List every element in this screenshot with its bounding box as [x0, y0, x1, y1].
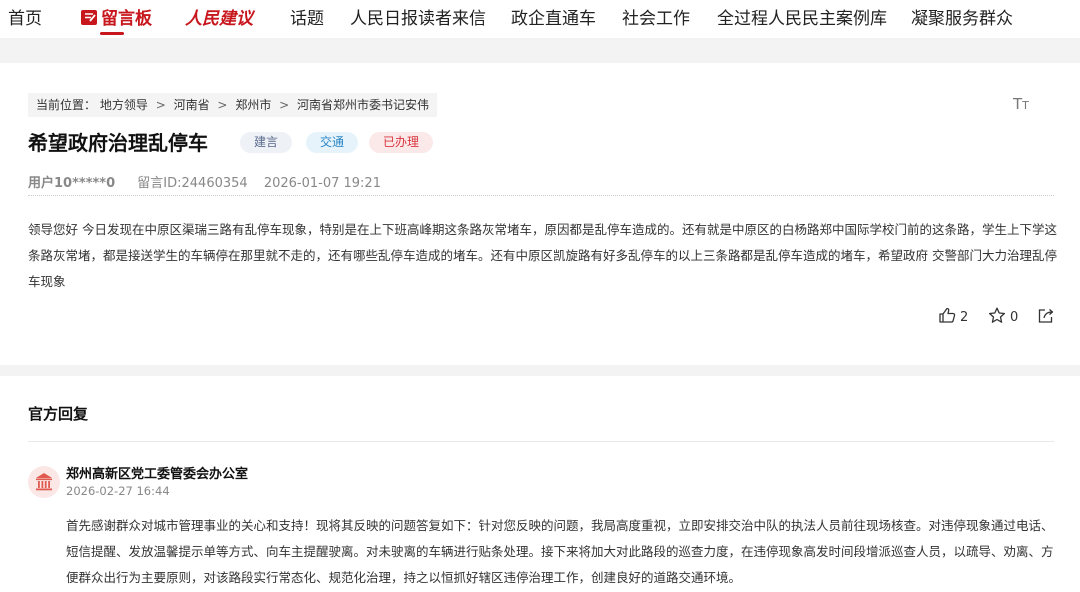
font-size-icon[interactable]: TT	[1013, 95, 1029, 113]
top-navigation: 首页 留言板 人民建议 话题 人民日报读者来信 政企直通车 社会工作 全过程人民…	[0, 0, 1080, 38]
nav-readers-letters[interactable]: 人民日报读者来信	[350, 4, 486, 29]
breadcrumb-separator: >	[155, 98, 166, 112]
message-card: 当前位置： 地方领导 > 河南省 > 郑州市 > 河南省郑州市委书记安伟 TT …	[0, 63, 1080, 365]
nav-government-enterprise[interactable]: 政企直通车	[511, 4, 596, 29]
message-title: 希望政府治理乱停车	[28, 131, 208, 155]
font-size-icon-big: T	[1013, 95, 1023, 113]
reply-content: 首先感谢群众对城市管理事业的关心和支持！现将其反映的问题答复如下：针对您反映的问…	[66, 518, 1054, 585]
nav-serve-masses[interactable]: 凝聚服务群众	[911, 4, 1013, 29]
breadcrumb-separator: >	[279, 98, 290, 112]
breadcrumb-item[interactable]: 河南省	[174, 98, 210, 112]
reply-date: 2026-02-27 16:44	[66, 484, 170, 498]
nav-home[interactable]: 首页	[8, 4, 42, 29]
nav-message-board[interactable]: 留言板	[80, 4, 152, 29]
avatar	[28, 466, 60, 498]
government-building-icon	[36, 473, 52, 491]
section-title: 官方回复	[28, 405, 89, 423]
nav-social-work[interactable]: 社会工作	[622, 4, 690, 29]
like-count: 2	[960, 310, 969, 325]
status-badge: 已办理	[369, 132, 434, 153]
divider	[28, 441, 1054, 442]
share-button[interactable]	[1037, 307, 1059, 325]
breadcrumb-item[interactable]: 郑州市	[235, 98, 271, 112]
reply-org-name: 郑州高新区党工委管委会办公室	[66, 467, 249, 482]
nav-active-indicator	[100, 32, 124, 35]
breadcrumb-prefix: 当前位置：	[36, 98, 97, 112]
star-icon	[988, 307, 1006, 323]
message-user: 用户10*****0	[28, 176, 116, 191]
nav-message-board-label: 留言板	[101, 9, 152, 29]
breadcrumb-item[interactable]: 河南省郑州市委书记安伟	[297, 98, 429, 112]
message-meta: 用户10*****0 留言ID:24460354 2026-01-07 19:2…	[28, 172, 381, 191]
font-size-icon-small: T	[1022, 99, 1029, 112]
thumbs-up-icon	[939, 307, 956, 323]
divider	[28, 195, 1054, 196]
breadcrumb: 当前位置： 地方领导 > 河南省 > 郑州市 > 河南省郑州市委书记安伟	[28, 93, 438, 117]
nav-democracy-cases[interactable]: 全过程人民民主案例库	[717, 4, 887, 29]
share-icon	[1038, 309, 1054, 323]
message-content: 领导您好 今日发现在中原区渠瑞三路有乱停车现象，特别是在上下班高峰期这条路灰常堵…	[28, 222, 1057, 289]
breadcrumb-separator: >	[217, 98, 228, 112]
favorite-count: 0	[1010, 310, 1019, 325]
message-id: 留言ID:24460354	[137, 176, 248, 191]
message-board-icon	[81, 10, 97, 25]
favorite-button[interactable]: 0	[988, 307, 1018, 325]
nav-people-suggestion[interactable]: 人民建议	[185, 4, 253, 29]
nav-topics[interactable]: 话题	[290, 4, 324, 29]
official-reply-card: 官方回复 郑州高新区党工委管委会办公室 2026-02-27 16:44 首先感…	[0, 376, 1080, 592]
message-date: 2026-01-07 19:21	[263, 176, 381, 191]
tag-traffic: 交通	[306, 132, 359, 153]
breadcrumb-item[interactable]: 地方领导	[100, 98, 148, 112]
like-button[interactable]: 2	[938, 307, 968, 325]
tag-suggestion: 建言	[240, 132, 293, 153]
